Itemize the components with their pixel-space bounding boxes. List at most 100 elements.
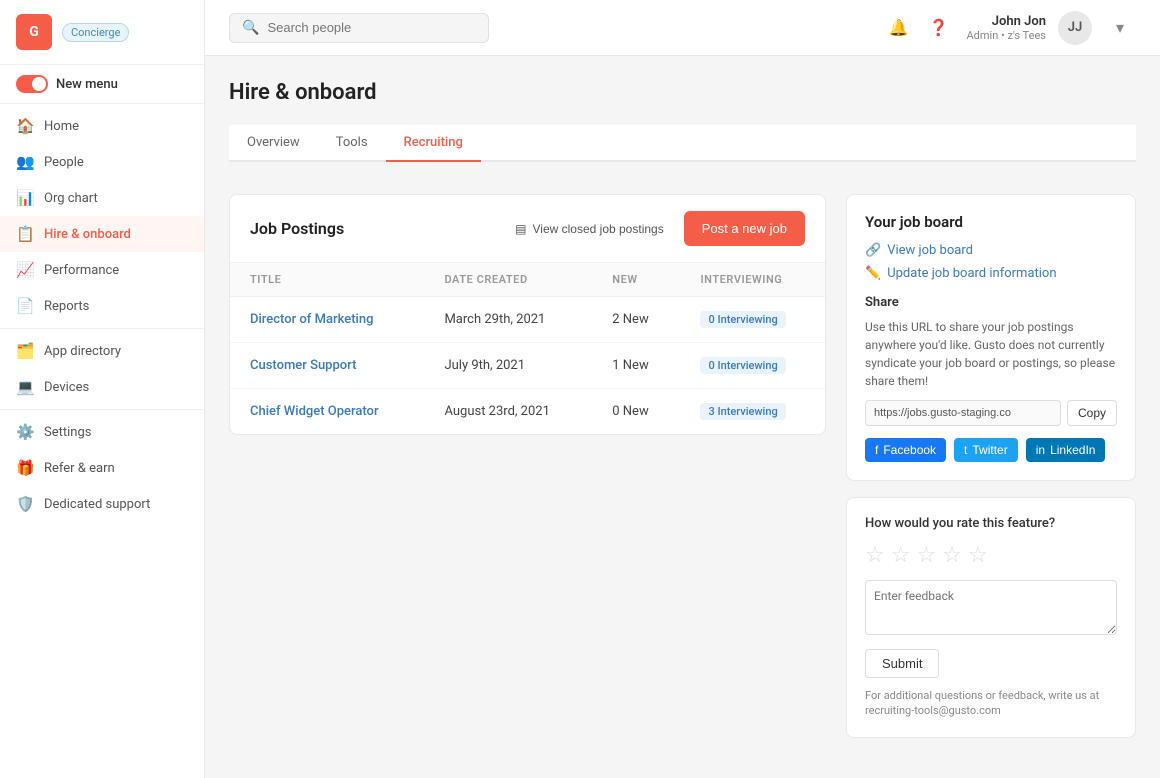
col-header-title: Title [230, 263, 424, 297]
jp-title: Job Postings [250, 219, 344, 238]
sidebar-item-hire-onboard[interactable]: 📋 Hire & onboard [0, 216, 204, 252]
sidebar-item-devices[interactable]: 💻 Devices [0, 369, 204, 405]
new-menu-label: New menu [56, 77, 118, 92]
topbar-icons: 🔔 ❓ [883, 12, 955, 44]
table-row: Customer Support July 9th, 2021 1 New 0 … [230, 343, 825, 389]
facebook-button[interactable]: f Facebook [865, 438, 946, 462]
toggle-knob [32, 77, 46, 91]
job-title-link[interactable]: Chief Widget Operator [250, 404, 379, 419]
help-icon[interactable]: ❓ [923, 12, 955, 44]
share-description: Use this URL to share your job postings … [865, 318, 1117, 390]
user-info: John Jon Admin • z's Tees [967, 14, 1047, 42]
col-header-date: Date created [424, 263, 592, 297]
sidebar-item-label: Org chart [44, 191, 98, 206]
topbar: 🔍 🔔 ❓ John Jon Admin • z's Tees JJ ▾ [205, 0, 1160, 56]
social-buttons: f Facebook t Twitter in LinkedIn [865, 438, 1117, 462]
job-date-cell: March 29th, 2021 [424, 297, 592, 343]
feedback-note: For additional questions or feedback, wr… [865, 688, 1117, 719]
external-link-icon: 🔗 [865, 243, 881, 258]
tab-overview[interactable]: Overview [229, 125, 318, 162]
update-job-board-link[interactable]: ✏️ Update job board information [865, 266, 1117, 281]
notification-icon[interactable]: 🔔 [883, 12, 915, 44]
copy-button[interactable]: Copy [1067, 400, 1117, 426]
page-title: Hire & onboard [229, 80, 1136, 105]
tab-recruiting[interactable]: Recruiting [386, 125, 481, 162]
sidebar-item-label: Home [44, 119, 79, 134]
avatar: JJ [1058, 11, 1092, 45]
table-icon: ▤ [515, 222, 526, 236]
search-input[interactable] [267, 20, 476, 35]
home-icon: 🏠 [16, 117, 34, 135]
star-rating: ☆ ☆ ☆ ☆ ☆ [865, 543, 1117, 568]
status-badge: 0 Interviewing [700, 357, 785, 374]
rating-card: How would you rate this feature? ☆ ☆ ☆ ☆… [846, 497, 1136, 738]
view-job-board-link[interactable]: 🔗 View job board [865, 243, 1117, 258]
table-row: Chief Widget Operator August 23rd, 2021 … [230, 389, 825, 435]
reports-icon: 📄 [16, 297, 34, 315]
toggle-switch [16, 75, 48, 93]
linkedin-icon: in [1036, 443, 1045, 457]
facebook-icon: f [875, 443, 878, 457]
main-columns: Job Postings ▤ View closed job postings … [229, 194, 1136, 738]
job-date-cell: August 23rd, 2021 [424, 389, 592, 435]
job-new-cell: 2 New [592, 297, 680, 343]
edit-icon: ✏️ [865, 266, 881, 281]
feedback-textarea[interactable] [865, 580, 1117, 635]
job-postings-panel: Job Postings ▤ View closed job postings … [229, 194, 826, 435]
job-title-link[interactable]: Customer Support [250, 358, 356, 373]
jp-actions: ▤ View closed job postings Post a new jo… [507, 211, 805, 246]
user-role: Admin [967, 29, 999, 42]
submit-button[interactable]: Submit [865, 649, 939, 678]
share-section: Share Use this URL to share your job pos… [865, 295, 1117, 462]
job-new-cell: 1 New [592, 343, 680, 389]
sidebar-item-performance[interactable]: 📈 Performance [0, 252, 204, 288]
people-icon: 👥 [16, 153, 34, 171]
job-board-title: Your job board [865, 213, 1117, 231]
search-icon: 🔍 [242, 20, 259, 36]
sidebar-item-settings[interactable]: ⚙️ Settings [0, 414, 204, 450]
status-badge: 3 Interviewing [700, 403, 785, 420]
refer-icon: 🎁 [16, 459, 34, 477]
sidebar-item-reports[interactable]: 📄 Reports [0, 288, 204, 324]
user-company: z's Tees [1007, 29, 1046, 42]
job-date-cell: July 9th, 2021 [424, 343, 592, 389]
share-url-row: Copy [865, 400, 1117, 426]
share-title: Share [865, 295, 1117, 310]
right-panel: Your job board 🔗 View job board ✏️ Updat… [846, 194, 1136, 738]
sidebar-item-home[interactable]: 🏠 Home [0, 108, 204, 144]
content-area: Hire & onboard Overview Tools Recruiting… [205, 56, 1160, 778]
sidebar-logo: G Concierge [0, 0, 204, 65]
job-interviewing-cell: 0 Interviewing [680, 343, 825, 389]
post-new-job-button[interactable]: Post a new job [684, 211, 805, 246]
star-5[interactable]: ☆ [968, 543, 988, 568]
job-new-cell: 0 New [592, 389, 680, 435]
search-bar[interactable]: 🔍 [229, 13, 489, 43]
sidebar-item-app-directory[interactable]: 🗂️ App directory [0, 333, 204, 369]
sidebar-item-people[interactable]: 👥 People [0, 144, 204, 180]
user-name: John Jon [967, 14, 1047, 29]
tab-tools[interactable]: Tools [318, 125, 386, 162]
sidebar-item-label: App directory [44, 344, 121, 359]
new-menu-toggle[interactable]: New menu [0, 65, 204, 104]
sidebar-item-refer-earn[interactable]: 🎁 Refer & earn [0, 450, 204, 486]
status-badge: 0 Interviewing [700, 311, 785, 328]
sidebar-item-dedicated-support[interactable]: 🛡️ Dedicated support [0, 486, 204, 522]
view-closed-button[interactable]: ▤ View closed job postings [507, 218, 672, 240]
job-title-link[interactable]: Director of Marketing [250, 312, 373, 327]
topbar-right: 🔔 ❓ John Jon Admin • z's Tees JJ ▾ [883, 11, 1137, 45]
sidebar-item-label: Settings [44, 425, 91, 440]
job-board-card: Your job board 🔗 View job board ✏️ Updat… [846, 194, 1136, 481]
hire-icon: 📋 [16, 225, 34, 243]
star-2[interactable]: ☆ [891, 543, 911, 568]
star-3[interactable]: ☆ [916, 543, 936, 568]
settings-icon: ⚙️ [16, 423, 34, 441]
sidebar-item-org-chart[interactable]: 📊 Org chart [0, 180, 204, 216]
linkedin-button[interactable]: in LinkedIn [1026, 438, 1106, 462]
twitter-button[interactable]: t Twitter [954, 438, 1018, 462]
star-1[interactable]: ☆ [865, 543, 885, 568]
chevron-down-icon[interactable]: ▾ [1104, 12, 1136, 44]
share-url-input[interactable] [865, 400, 1061, 426]
sidebar-item-label: Reports [44, 299, 89, 314]
star-4[interactable]: ☆ [942, 543, 962, 568]
sidebar-divider [0, 328, 204, 329]
